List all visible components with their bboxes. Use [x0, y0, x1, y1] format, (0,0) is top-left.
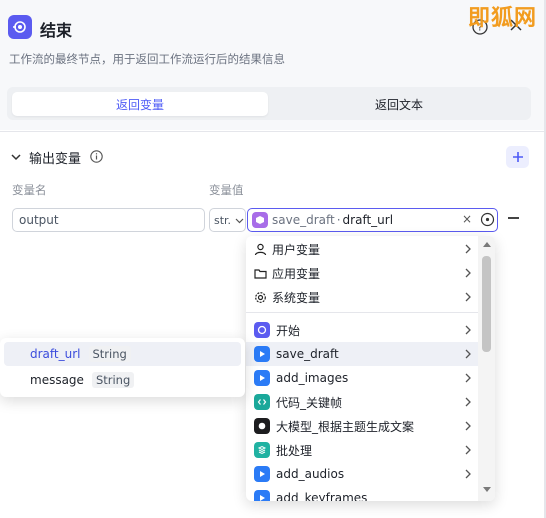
chevron-right-icon	[465, 469, 471, 479]
variable-type-select[interactable]: str.	[209, 208, 246, 232]
reference-separator: ·	[336, 213, 341, 227]
variable-type-value: str.	[214, 213, 232, 227]
output-item-draft-url[interactable]: draft_url String	[4, 342, 241, 366]
group-app-variables[interactable]: 应用变量	[246, 261, 478, 285]
gear-icon	[255, 291, 266, 303]
scroll-down-icon[interactable]	[483, 487, 491, 492]
type-badge: String	[91, 372, 135, 388]
chevron-right-icon	[465, 268, 471, 278]
llm-icon	[254, 418, 270, 434]
chevron-right-icon	[465, 325, 471, 335]
reference-node-name: save_draft	[272, 213, 335, 227]
node-item-code-keyframes[interactable]: 代码_关键帧	[246, 390, 478, 414]
tab-return-text[interactable]: 返回文本	[271, 92, 527, 116]
node-label: add_keyframes	[276, 491, 368, 501]
node-title: 结束	[40, 21, 73, 40]
chevron-down-icon	[235, 218, 244, 223]
node-label: add_audios	[276, 467, 345, 481]
watermark-text: 即狐网	[468, 6, 538, 31]
start-icon	[254, 322, 270, 338]
type-badge: String	[88, 346, 131, 362]
node-label: save_draft	[276, 347, 339, 361]
chevron-right-icon	[465, 244, 471, 254]
node-item-llm[interactable]: 大模型_根据主题生成文案	[246, 414, 478, 438]
group-label: 系统变量	[272, 290, 321, 305]
output-name: message	[30, 373, 84, 387]
node-output-submenu: draft_url String message String	[0, 338, 245, 397]
node-label: 开始	[276, 323, 301, 338]
variable-value-reference-field[interactable]: save_draft · draft_url ×	[247, 208, 498, 232]
node-label: 批处理	[276, 443, 313, 458]
variable-reference-dropdown: 用户变量 应用变量 系统变量 开始 save_draft add_images …	[246, 236, 495, 501]
chevron-right-icon	[465, 397, 471, 407]
chevron-down-icon[interactable]	[10, 151, 22, 163]
reference-variable-name: draft_url	[342, 213, 394, 227]
node-description: 工作流的最终节点，用于返回工作流运行后的结果信息	[9, 52, 285, 66]
column-label-value: 变量值	[209, 183, 244, 197]
add-variable-button[interactable]	[506, 146, 529, 168]
group-user-variables[interactable]: 用户变量	[246, 237, 478, 261]
user-icon	[254, 243, 267, 255]
scrollbar-thumb[interactable]	[482, 256, 491, 352]
divider	[246, 312, 478, 313]
plugin-icon	[252, 212, 268, 228]
plugin-icon	[254, 490, 270, 501]
node-label: add_images	[276, 371, 349, 385]
output-item-message[interactable]: message String	[4, 368, 241, 392]
node-item-add-keyframes[interactable]: add_keyframes	[246, 486, 478, 501]
divider	[0, 131, 546, 132]
tab-return-variables[interactable]: 返回变量	[12, 92, 268, 116]
scroll-up-icon[interactable]	[483, 242, 491, 247]
info-icon[interactable]	[90, 150, 103, 163]
column-label-name: 变量名	[12, 183, 47, 197]
chevron-right-icon	[465, 421, 471, 431]
chevron-right-icon	[465, 445, 471, 455]
chevron-right-icon	[465, 349, 471, 359]
section-title: 输出变量	[29, 152, 82, 167]
remove-variable-button[interactable]	[508, 217, 519, 219]
code-icon	[254, 394, 270, 410]
variable-name-value: output	[19, 213, 59, 227]
variable-name-input[interactable]: output	[12, 208, 205, 232]
clear-icon[interactable]: ×	[462, 212, 472, 226]
folder-icon	[254, 268, 267, 279]
node-item-start[interactable]: 开始	[246, 318, 478, 342]
batch-icon	[254, 442, 270, 458]
node-label: 代码_关键帧	[276, 395, 343, 410]
group-label: 用户变量	[272, 242, 321, 257]
group-label: 应用变量	[272, 266, 321, 281]
plugin-icon	[254, 466, 270, 482]
plugin-icon	[254, 370, 270, 386]
target-icon[interactable]	[480, 212, 495, 227]
end-node-icon	[8, 15, 32, 39]
output-name: draft_url	[30, 347, 81, 361]
chevron-right-icon	[465, 292, 471, 302]
plugin-icon	[254, 346, 270, 362]
node-item-add-images[interactable]: add_images	[246, 366, 478, 390]
group-system-variables[interactable]: 系统变量	[246, 285, 478, 309]
node-item-batch[interactable]: 批处理	[246, 438, 478, 462]
node-label: 大模型_根据主题生成文案	[276, 419, 415, 434]
chevron-right-icon	[465, 373, 471, 383]
node-item-add-audios[interactable]: add_audios	[246, 462, 478, 486]
node-item-save-draft[interactable]: save_draft	[246, 342, 478, 366]
